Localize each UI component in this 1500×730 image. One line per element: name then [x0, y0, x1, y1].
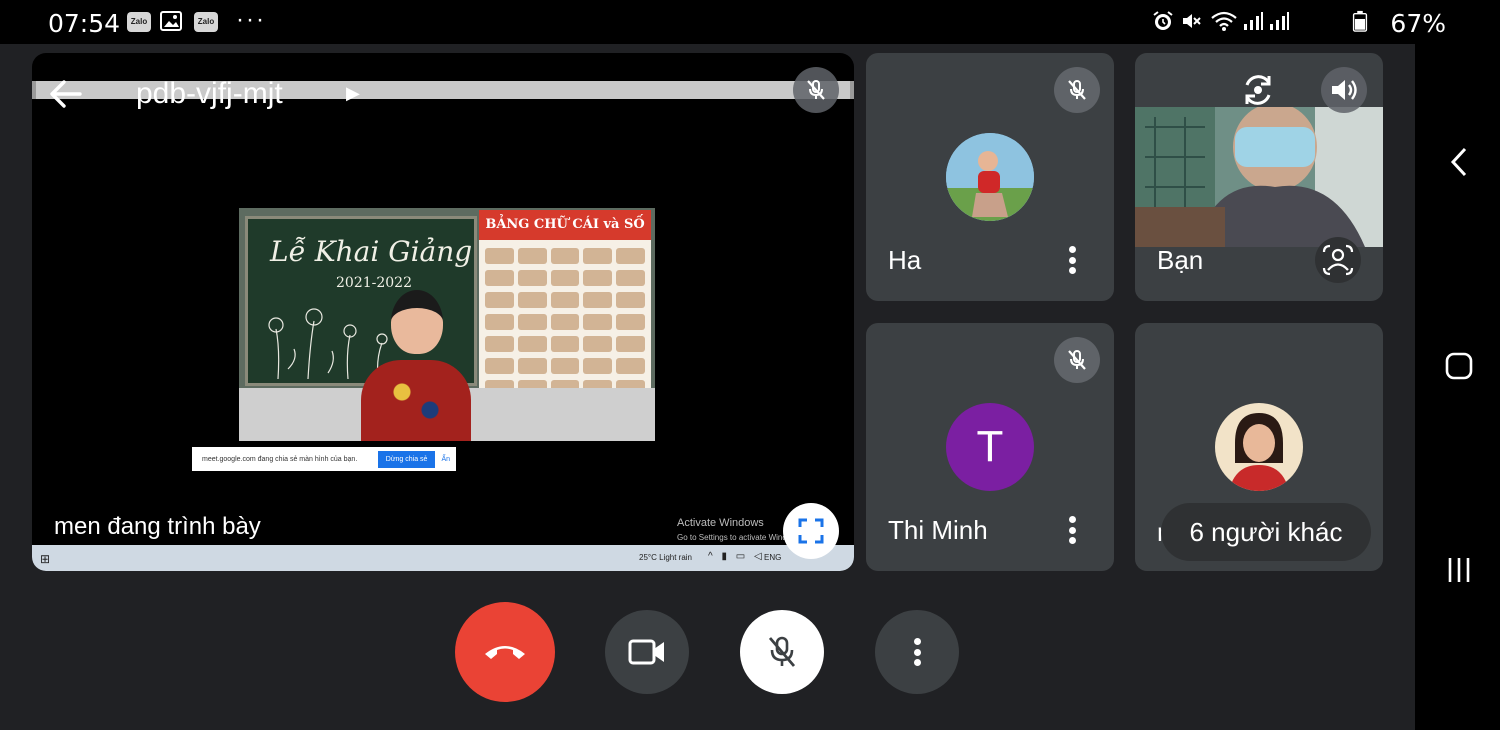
zalo-icon-2: Zalo [194, 12, 218, 32]
self-video [1135, 107, 1383, 247]
participant-more-button[interactable] [1062, 243, 1082, 277]
taskbar-tray-icons: ^ ▮ ▭ ◁ [708, 551, 765, 562]
activate-windows-title: Activate Windows [677, 517, 764, 529]
speaker-button[interactable] [1321, 67, 1367, 113]
shared-video: Lễ Khai Giảng 2021-2022 BẢNG CHỮ CÁI và [239, 208, 655, 441]
shared-desktop: Lễ Khai Giảng 2021-2022 BẢNG CHỮ CÁI và [36, 99, 850, 564]
gallery-icon [160, 11, 182, 31]
nav-home-icon[interactable] [1439, 346, 1479, 386]
hide-link[interactable]: Ẩn [441, 456, 450, 463]
switch-camera-button[interactable] [1235, 67, 1281, 113]
windows-taskbar: ⊞ 25°C Light rain ^ ▮ ▭ ◁ ENG [32, 545, 854, 571]
end-call-button[interactable] [455, 602, 555, 702]
poster-grid [479, 240, 651, 404]
battery-icon [1352, 10, 1368, 32]
presenting-label: men đang trình bày [54, 513, 261, 540]
presenter-mic-off-icon [793, 67, 839, 113]
meeting-info-caret-icon[interactable]: ▶ [346, 83, 360, 104]
presentation-tile[interactable]: Lễ Khai Giảng 2021-2022 BẢNG CHỮ CÁI và [32, 53, 854, 571]
mic-toggle-button[interactable] [740, 610, 824, 694]
alphabet-poster: BẢNG CHỮ CÁI và SỐ [479, 210, 651, 410]
end-call-icon [485, 646, 525, 659]
wifi-icon [1211, 11, 1237, 31]
taskbar-weather: 25°C Light rain [639, 553, 693, 562]
status-time: 07:54 [48, 9, 121, 38]
battery-percent: 67% [1390, 9, 1446, 38]
participant-name: Ha [888, 245, 922, 275]
others-count-pill[interactable]: 6 người khác [1161, 503, 1371, 561]
participant-tile-thi-minh[interactable]: T Thi Minh [866, 323, 1114, 571]
self-framing-icon[interactable] [1315, 237, 1361, 283]
participant-name: Bạn [1157, 245, 1204, 275]
nav-recents-icon[interactable] [1439, 550, 1479, 590]
fullscreen-icon [798, 518, 824, 544]
avatar-initial-letter: T [976, 422, 1004, 471]
signal-icon-2 [1270, 12, 1289, 30]
chalkboard-title: Lễ Khai Giảng [270, 235, 473, 268]
camera-icon [628, 639, 664, 665]
poster-title: BẢNG CHỮ CÁI và SỐ [479, 210, 651, 240]
mic-off-icon [1054, 337, 1100, 383]
system-nav-bar [1415, 44, 1500, 730]
alarm-icon [1153, 11, 1173, 30]
more-notifications-icon: ··· [236, 6, 266, 33]
meeting-code[interactable]: pdb-vjfj-mjt [136, 77, 283, 111]
share-notice-bar: meet.google.com đang chia sẻ màn hình củ… [192, 447, 456, 471]
participant-more-button[interactable] [1062, 513, 1082, 547]
zalo-icon: Zalo [127, 12, 151, 32]
camera-toggle-button[interactable] [605, 610, 689, 694]
share-notice-text: meet.google.com đang chia sẻ màn hình củ… [202, 455, 358, 463]
shared-screen: Lễ Khai Giảng 2021-2022 BẢNG CHỮ CÁI và [32, 81, 854, 571]
mute-icon [1183, 14, 1201, 28]
windows-start-icon: ⊞ [40, 552, 51, 566]
mic-off-icon [1054, 67, 1100, 113]
fullscreen-button[interactable] [783, 503, 839, 559]
stop-sharing-button[interactable]: Dừng chia sẻ [377, 450, 436, 468]
status-bar: 07:54 Zalo Zalo ··· 67% [0, 0, 1500, 44]
chalkboard-year: 2021-2022 [336, 275, 412, 291]
back-arrow-icon[interactable] [48, 77, 84, 111]
nav-back-icon[interactable] [1439, 142, 1479, 182]
more-options-button[interactable] [875, 610, 959, 694]
avatar-initial: T [946, 403, 1034, 491]
speaker-icon [1332, 80, 1357, 100]
more-vert-icon [907, 635, 927, 669]
child-figure [361, 290, 471, 441]
signal-icon [1244, 12, 1263, 30]
participant-tile-ha[interactable]: Ha [866, 53, 1114, 301]
taskbar-language: ENG [764, 553, 782, 562]
mic-off-icon [768, 636, 796, 667]
avatar-ha [946, 133, 1034, 221]
participant-tile-others[interactable]: m 6 người khác [1135, 323, 1383, 571]
avatar-others [1215, 403, 1303, 491]
participant-tile-self[interactable]: Bạn [1135, 53, 1383, 301]
participant-name: Thi Minh [888, 515, 988, 545]
switch-camera-icon [1245, 75, 1271, 105]
